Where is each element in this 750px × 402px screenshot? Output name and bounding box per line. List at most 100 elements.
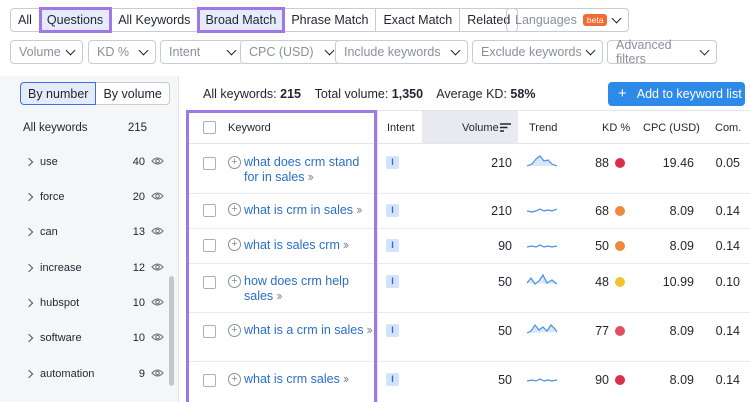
chevron-down-icon bbox=[65, 45, 76, 55]
chevron-right-icon bbox=[24, 192, 34, 202]
chevron-down-icon bbox=[324, 45, 335, 55]
add-keyword-icon[interactable]: + bbox=[228, 373, 241, 386]
all-keywords-count: 215 bbox=[127, 122, 147, 134]
add-keyword-icon[interactable]: + bbox=[228, 324, 241, 337]
by-number-button[interactable]: By number bbox=[20, 82, 97, 105]
volume-value: 90 bbox=[498, 239, 512, 253]
tab-broad-match[interactable]: Broad Match bbox=[197, 7, 286, 33]
row-checkbox[interactable] bbox=[203, 204, 216, 217]
eye-icon[interactable] bbox=[151, 262, 164, 272]
filter-label: Intent bbox=[169, 45, 201, 59]
keyword-link[interactable]: what is crm in sales ›› bbox=[244, 203, 374, 218]
cpc-value: 8.09 bbox=[669, 373, 694, 387]
eye-icon[interactable] bbox=[151, 226, 164, 236]
volume-column-header[interactable]: Volume bbox=[462, 122, 499, 134]
add-keyword-icon[interactable]: + bbox=[228, 275, 241, 288]
volume-value: 210 bbox=[491, 156, 512, 170]
filter-include-keywords[interactable]: Include keywords bbox=[335, 40, 468, 64]
trend-column-header[interactable]: Trend bbox=[529, 122, 557, 134]
add-keyword-icon[interactable]: + bbox=[228, 156, 241, 169]
group-label: use bbox=[40, 156, 58, 168]
match-type-tabs: All Questions All Keywords Broad Match P… bbox=[10, 7, 519, 33]
tab-all-keywords[interactable]: All Keywords bbox=[111, 8, 199, 32]
eye-icon[interactable] bbox=[151, 368, 164, 378]
languages-dropdown[interactable]: Languages beta bbox=[506, 8, 629, 32]
add-keyword-icon[interactable]: + bbox=[228, 238, 241, 251]
filter-advanced[interactable]: Advanced filters bbox=[607, 38, 717, 66]
filter-cpc[interactable]: CPC (USD) bbox=[240, 40, 342, 64]
intent-column-header[interactable]: Intent bbox=[387, 122, 415, 134]
tab-all[interactable]: All bbox=[10, 8, 40, 32]
by-volume-button[interactable]: By volume bbox=[96, 82, 170, 105]
kd-column-header[interactable]: KD % bbox=[602, 122, 630, 134]
all-keywords-summary-label: All keywords: bbox=[203, 87, 277, 101]
chevrons-right-icon[interactable]: ›› bbox=[356, 203, 362, 217]
keyword-link[interactable]: how does crm help sales ›› bbox=[244, 274, 369, 304]
filter-label: Advanced filters bbox=[616, 38, 672, 66]
table-row: + what is sales crm ›› I 90 50 8.09 0.14 bbox=[186, 229, 750, 264]
chevrons-right-icon[interactable]: ›› bbox=[366, 323, 372, 337]
keyword-link[interactable]: what is crm sales ›› bbox=[244, 372, 374, 387]
kd-difficulty-dot bbox=[615, 206, 625, 216]
filter-kd[interactable]: KD % bbox=[88, 40, 156, 64]
filter-volume[interactable]: Volume bbox=[10, 40, 83, 64]
row-checkbox[interactable] bbox=[203, 276, 216, 289]
group-item[interactable]: automation 9 bbox=[0, 364, 179, 384]
row-checkbox[interactable] bbox=[203, 157, 216, 170]
chevrons-right-icon[interactable]: ›› bbox=[307, 170, 313, 184]
filter-exclude-keywords[interactable]: Exclude keywords bbox=[472, 40, 603, 64]
keyword-text: what is sales crm bbox=[244, 238, 340, 252]
group-item[interactable]: software 10 bbox=[0, 328, 179, 348]
tab-questions[interactable]: Questions bbox=[38, 7, 113, 33]
keyword-link[interactable]: what does crm stand for in sales ›› bbox=[244, 155, 369, 185]
add-keyword-icon[interactable]: + bbox=[228, 203, 241, 216]
sidebar-scrollbar[interactable] bbox=[169, 276, 174, 386]
eye-icon[interactable] bbox=[151, 156, 164, 166]
row-checkbox[interactable] bbox=[203, 239, 216, 252]
filter-intent[interactable]: Intent bbox=[160, 40, 244, 64]
chevron-down-icon bbox=[226, 45, 237, 55]
row-checkbox[interactable] bbox=[203, 374, 216, 387]
keyword-link[interactable]: what is a crm in sales ›› bbox=[244, 323, 374, 338]
competition-column-header[interactable]: Com. bbox=[715, 122, 741, 134]
chevrons-right-icon[interactable]: ›› bbox=[276, 289, 282, 303]
group-item[interactable]: increase 12 bbox=[0, 258, 179, 278]
select-all-checkbox[interactable] bbox=[203, 121, 216, 134]
tab-exact-match[interactable]: Exact Match bbox=[376, 8, 461, 32]
chevrons-right-icon[interactable]: ›› bbox=[343, 372, 349, 386]
cpc-column-header[interactable]: CPC (USD) bbox=[643, 122, 700, 134]
competition-value: 0.14 bbox=[715, 324, 740, 338]
trend-sparkline bbox=[527, 273, 557, 285]
keyword-link[interactable]: what is sales crm ›› bbox=[244, 238, 374, 253]
eye-icon[interactable] bbox=[151, 297, 164, 307]
table-header: Keyword Intent Volume Trend KD % CPC (US… bbox=[186, 110, 750, 144]
cpc-value: 8.09 bbox=[669, 324, 694, 338]
group-item[interactable]: hubspot 10 bbox=[0, 293, 179, 313]
volume-value: 210 bbox=[491, 204, 512, 218]
all-keywords-group[interactable]: All keywords 215 bbox=[23, 122, 147, 134]
group-count: 12 bbox=[132, 262, 145, 274]
total-volume-value: 1,350 bbox=[391, 87, 424, 101]
group-item[interactable]: can 13 bbox=[0, 222, 179, 242]
kd-difficulty-dot bbox=[615, 277, 625, 287]
group-label: software bbox=[40, 332, 82, 344]
chevron-right-icon bbox=[24, 263, 34, 273]
keyword-column-header[interactable]: Keyword bbox=[228, 122, 271, 134]
trend-sparkline bbox=[527, 244, 557, 248]
kd-difficulty-dot bbox=[615, 158, 625, 168]
keyword-text: what is crm sales bbox=[244, 372, 340, 386]
group-item[interactable]: use 40 bbox=[0, 152, 179, 172]
filter-label: Volume bbox=[19, 45, 61, 59]
sort-icon[interactable] bbox=[500, 123, 511, 132]
eye-icon[interactable] bbox=[151, 191, 164, 201]
tab-phrase-match[interactable]: Phrase Match bbox=[284, 8, 377, 32]
row-checkbox[interactable] bbox=[203, 325, 216, 338]
intent-badge: I bbox=[386, 239, 399, 252]
chevron-down-icon bbox=[585, 45, 596, 55]
eye-icon[interactable] bbox=[151, 332, 164, 342]
add-to-keyword-list-button[interactable]: + Add to keyword list bbox=[608, 82, 745, 106]
kd-value: 50 bbox=[595, 239, 609, 253]
trend-sparkline bbox=[527, 323, 557, 334]
chevrons-right-icon[interactable]: ›› bbox=[343, 238, 349, 252]
group-item[interactable]: force 20 bbox=[0, 187, 179, 207]
